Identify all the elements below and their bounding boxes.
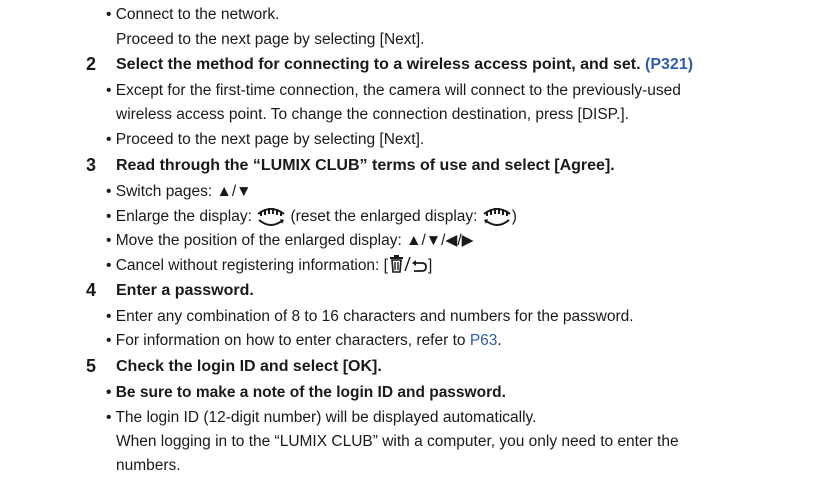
- cancel-label: • Cancel without registering information…: [106, 257, 388, 274]
- rear-dial-reset-icon: [483, 208, 511, 226]
- step-5-title: Check the login ID and select [OK].: [116, 358, 382, 375]
- rear-dial-icon: [257, 208, 285, 226]
- delete-return-icon: [389, 255, 427, 273]
- step-4-bullet-1: • Enter any combination of 8 to 16 chara…: [106, 308, 634, 325]
- step-4-bullet-2: • For information on how to enter charac…: [106, 331, 502, 351]
- page-63-link[interactable]: P63: [470, 332, 498, 349]
- reset-enlarge-close: ): [511, 208, 517, 226]
- step-3-move-enlarged: • Move the position of the enlarged disp…: [106, 232, 474, 249]
- step-3-switch-pages: • Switch pages: ▲/▼: [106, 183, 252, 200]
- step-2-bullet-2: • Proceed to the next page by selecting …: [106, 131, 425, 148]
- step-number-4: 4: [86, 280, 97, 300]
- step-4-title: Enter a password.: [116, 282, 254, 299]
- reset-enlarge-label: (reset the enlarged display:: [290, 208, 478, 226]
- step-5-bullet-2-cont: When logging in to the “LUMIX CLUB” with…: [116, 433, 679, 450]
- step-3-enlarge: • Enlarge the display: (reset the enlarg…: [106, 206, 517, 228]
- enlarge-label: • Enlarge the display:: [106, 208, 252, 226]
- step-2-bullet-1-cont: wireless access point. To change the con…: [116, 106, 629, 123]
- step-4-ref-period: .: [497, 332, 502, 349]
- step-2-page-ref-link[interactable]: (P321): [645, 56, 693, 73]
- step-2-title: Select the method for connecting to a wi…: [116, 55, 693, 75]
- connect-network-bullet: • Connect to the network.: [106, 6, 280, 23]
- step-number-3: 3: [86, 155, 97, 175]
- step-2-title-text: Select the method for connecting to a wi…: [116, 56, 641, 73]
- proceed-next-text: Proceed to the next page by selecting [N…: [116, 31, 425, 48]
- step-4-bullet-2-text: • For information on how to enter charac…: [106, 332, 466, 349]
- step-number-5: 5: [86, 356, 97, 376]
- step-5-bullet-2: • The login ID (12-digit number) will be…: [106, 409, 537, 426]
- step-3-cancel: • Cancel without registering information…: [106, 255, 432, 276]
- step-2-bullet-1: • Except for the first-time connection, …: [106, 82, 681, 99]
- step-5-note-bold: • Be sure to make a note of the login ID…: [106, 384, 506, 401]
- cancel-close: ]: [427, 257, 433, 274]
- step-5-bullet-2-cont-2: numbers.: [116, 457, 181, 474]
- step-number-2: 2: [86, 54, 97, 74]
- step-3-title: Read through the “LUMIX CLUB” terms of u…: [116, 157, 615, 174]
